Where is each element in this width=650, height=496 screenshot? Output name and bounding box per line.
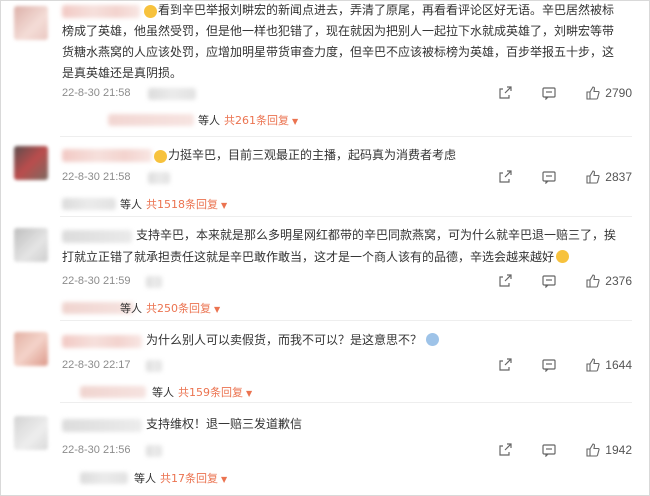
reply-summary[interactable]: 等人 共250条回复 ▼ — [120, 300, 220, 316]
comment-icon[interactable] — [542, 86, 556, 100]
device-info — [148, 88, 196, 100]
comment-actions: 1942 — [468, 440, 632, 460]
thumbs-up-emoji-icon — [556, 250, 570, 263]
share-icon[interactable] — [498, 274, 512, 288]
timestamp: 22-8-30 21:59 — [62, 275, 131, 287]
share-icon[interactable] — [498, 86, 512, 100]
timestamp: 22-8-30 21:58 — [62, 87, 131, 99]
timestamp: 22-8-30 21:58 — [62, 171, 131, 183]
comment-icon[interactable] — [542, 274, 556, 288]
reply-summary[interactable]: 等人 共17条回复 ▼ — [134, 470, 227, 486]
like-icon[interactable] — [586, 358, 600, 372]
username[interactable] — [62, 149, 152, 162]
comment-actions: 2790 — [468, 83, 632, 103]
comment-text: 支持维权！退一赔三发道歉信 — [146, 417, 303, 431]
reply-avatars — [80, 472, 128, 484]
device-info — [146, 276, 162, 288]
comment-text: 货糖水燕窝的人应该处罚，应增加明星带货审查力度，但辛巴不应该被标榜为英雄，百步举… — [62, 45, 615, 59]
timestamp: 22-8-30 22:17 — [62, 359, 131, 371]
username[interactable] — [62, 419, 142, 432]
share-icon[interactable] — [498, 358, 512, 372]
divider — [60, 320, 632, 321]
avatar[interactable] — [14, 146, 48, 180]
device-info — [148, 172, 170, 184]
like-count: 2837 — [605, 170, 632, 184]
share-icon[interactable] — [498, 443, 512, 457]
like-count: 2376 — [605, 274, 632, 288]
emoji-icon — [144, 5, 157, 18]
timestamp: 22-8-30 21:56 — [62, 444, 131, 456]
reply-summary[interactable]: 等人 共159条回复 ▼ — [152, 384, 252, 400]
comment-icon[interactable] — [542, 443, 556, 457]
divider — [60, 136, 632, 137]
device-info — [146, 360, 162, 372]
like-icon[interactable] — [586, 86, 600, 100]
avatar[interactable] — [14, 416, 48, 450]
emoji-icon — [154, 150, 167, 163]
divider — [60, 216, 632, 217]
reply-avatars — [108, 114, 194, 126]
comment-text: 支持辛巴，本来就是那么多明星网红都带的辛巴同款燕窝，可为什么就辛巴退一赔三了，挨 — [136, 228, 617, 242]
comment-text: 为什么别人可以卖假货，而我不可以？是这意思不？ — [146, 330, 440, 351]
comment-icon[interactable] — [542, 358, 556, 372]
avatar[interactable] — [14, 6, 48, 40]
like-count: 1644 — [605, 358, 632, 372]
comment-actions: 2376 — [468, 271, 632, 291]
comment-actions: 1644 — [468, 355, 632, 375]
like-icon[interactable] — [586, 170, 600, 184]
like-icon[interactable] — [586, 443, 600, 457]
like-icon[interactable] — [586, 274, 600, 288]
reply-summary[interactable]: 等人 共1518条回复 ▼ — [120, 196, 227, 212]
avatar[interactable] — [14, 332, 48, 366]
comment-actions: 2837 — [468, 167, 632, 187]
like-count: 1942 — [605, 443, 632, 457]
crying-emoji-icon — [426, 333, 440, 346]
username[interactable] — [62, 5, 140, 18]
comment-icon[interactable] — [542, 170, 556, 184]
reply-avatars — [80, 386, 146, 398]
username[interactable] — [62, 335, 142, 348]
comment-text: 榜成了英雄，他虽然受罚，但是他一样也犯错了，现在就因为把别人一起拉下水就成英雄了… — [62, 24, 615, 38]
share-icon[interactable] — [498, 170, 512, 184]
device-info — [146, 445, 162, 457]
avatar[interactable] — [14, 228, 48, 262]
reply-avatars — [62, 198, 116, 210]
comment-text: 打就立正错了就承担责任这就是辛巴敢作敢当，这才是一个商人该有的品德，辛选会越来越… — [62, 247, 570, 268]
comment-text: 是真英雄还是真阴损。 — [62, 66, 183, 80]
username[interactable] — [62, 230, 132, 243]
like-count: 2790 — [605, 86, 632, 100]
comment-text: 看到辛巴举报刘畊宏的新闻点进去，弄清了原尾，再看看评论区好无语。辛巴居然被标 — [158, 3, 615, 17]
reply-summary[interactable]: 等人 共261条回复 ▼ — [198, 112, 298, 128]
divider — [60, 402, 632, 403]
comment-text: 力挺辛巴，目前三观最正的主播，起码真为消费者考虑 — [168, 148, 457, 162]
